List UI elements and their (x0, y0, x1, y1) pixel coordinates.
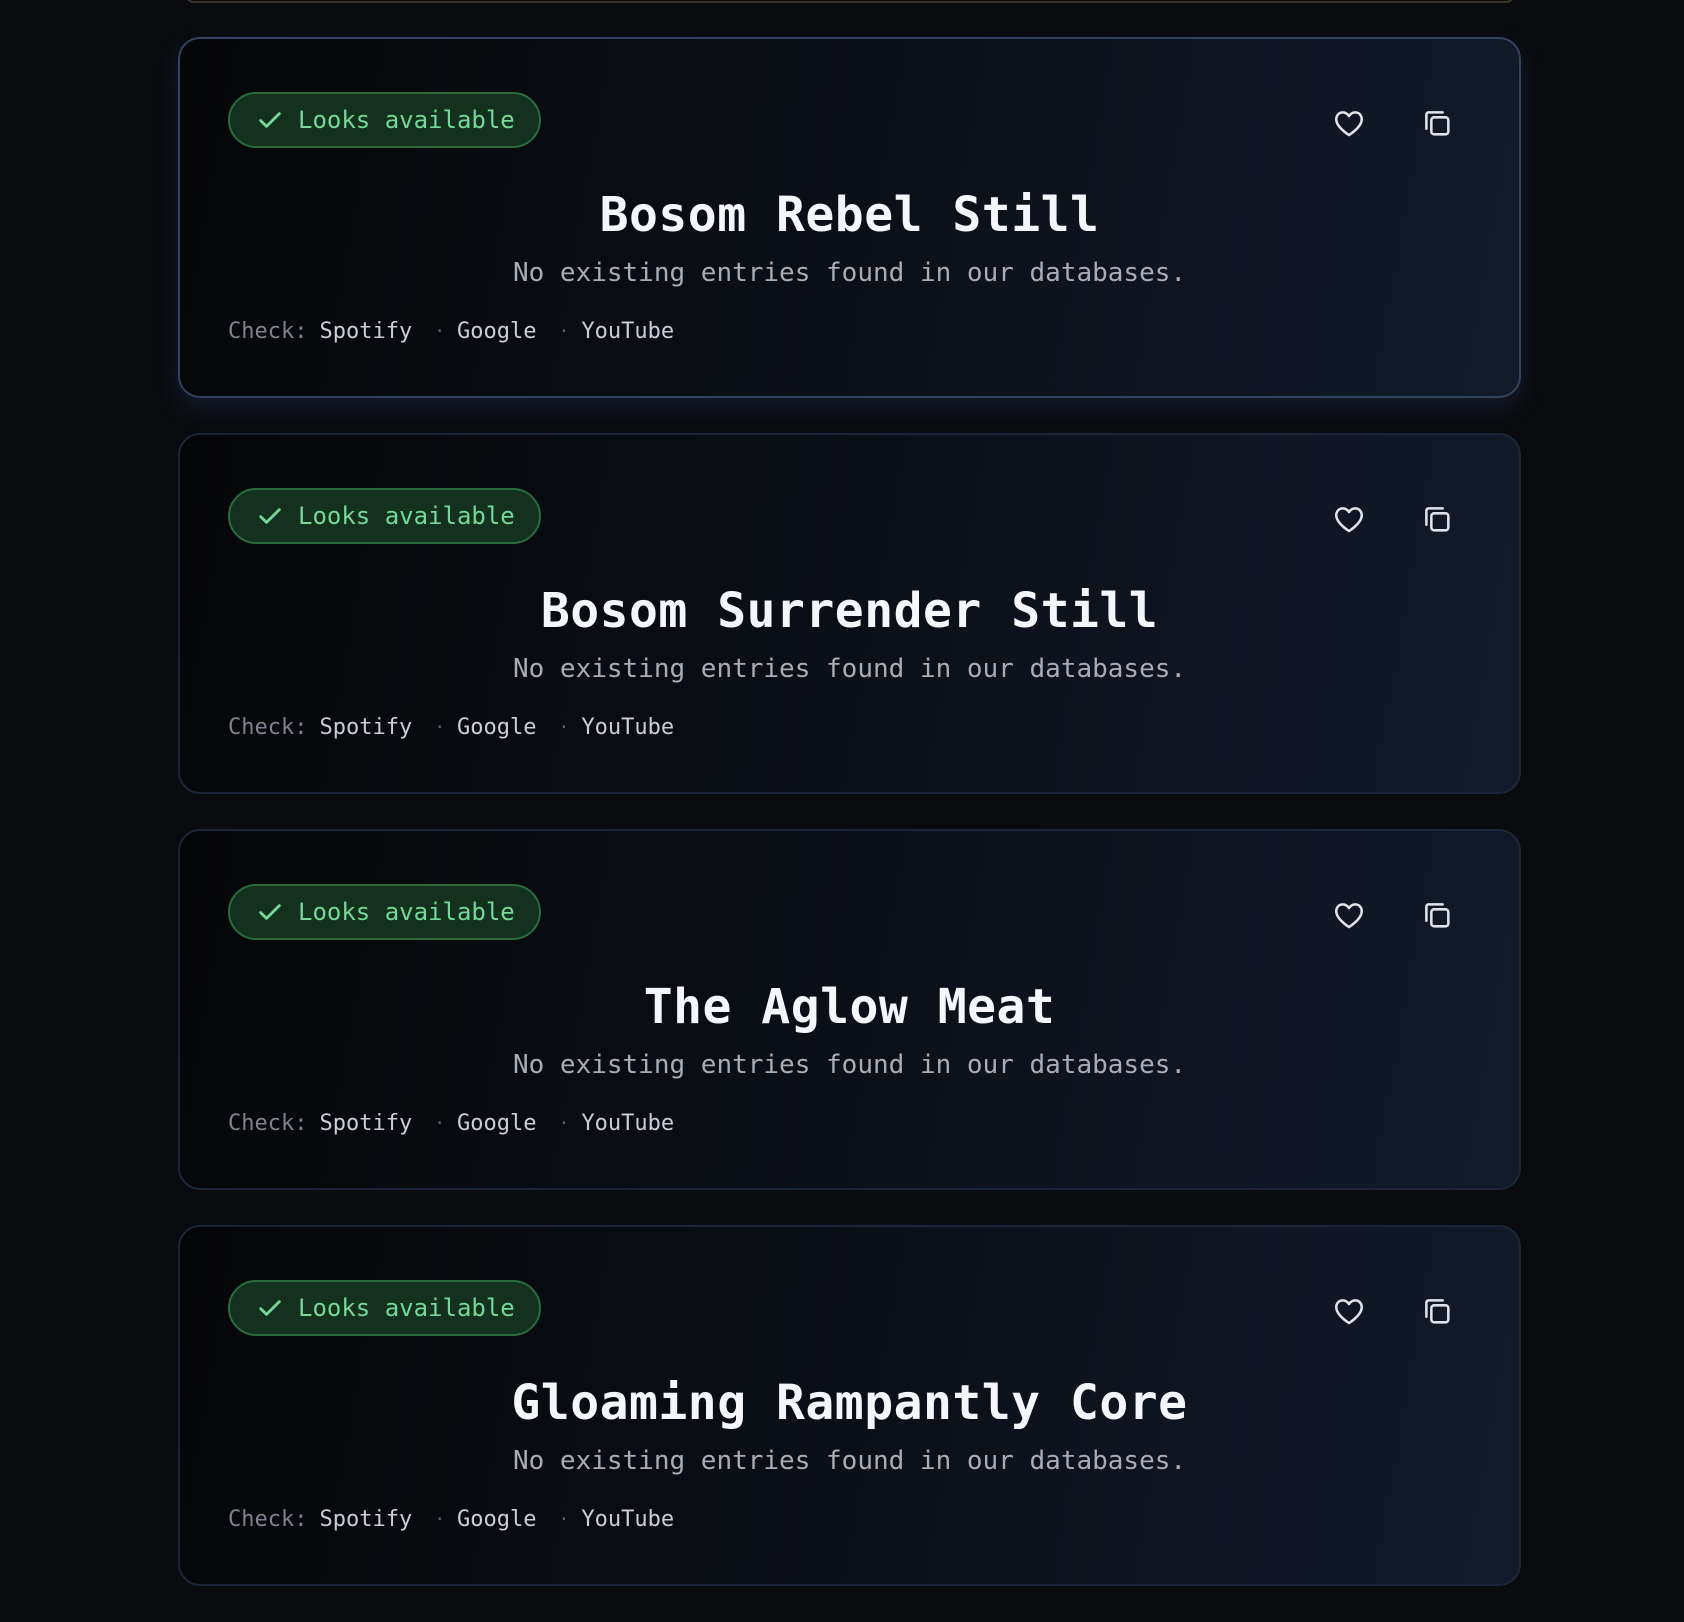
google-link[interactable]: Google (457, 1111, 536, 1136)
check-label: Check: (228, 1507, 308, 1532)
spotify-link[interactable]: Spotify (319, 1111, 412, 1136)
result-description: No existing entries found in our databas… (512, 258, 1187, 288)
availability-badge: Looks available (228, 1280, 541, 1336)
link-separator: · (558, 1113, 570, 1134)
copy-button[interactable] (1419, 105, 1455, 141)
link-separator: · (434, 717, 446, 738)
result-card: Looks available Bosom Rebel Still No exi… (178, 37, 1521, 398)
check-icon (259, 508, 281, 524)
result-card: Looks available Bosom Surrender Still No… (178, 433, 1521, 794)
heart-icon (1334, 111, 1364, 137)
check-label: Check: (228, 1111, 308, 1136)
availability-badge-label: Looks available (298, 106, 515, 134)
favorite-button[interactable] (1331, 897, 1367, 933)
availability-badge-label: Looks available (298, 898, 515, 926)
link-separator: · (558, 1509, 570, 1530)
favorite-button[interactable] (1331, 501, 1367, 537)
spotify-link[interactable]: Spotify (319, 319, 412, 344)
google-link[interactable]: Google (457, 319, 536, 344)
favorite-button[interactable] (1331, 105, 1367, 141)
check-label: Check: (228, 715, 308, 740)
name-title: Bosom Surrender Still (540, 583, 1159, 639)
google-link[interactable]: Google (457, 1507, 536, 1532)
link-separator: · (434, 1113, 446, 1134)
favorite-button[interactable] (1331, 1293, 1367, 1329)
result-description: No existing entries found in our databas… (512, 1050, 1187, 1080)
youtube-link[interactable]: YouTube (581, 319, 674, 344)
result-card: Looks available Gloaming Rampantly Core … (178, 1225, 1521, 1586)
link-separator: · (558, 717, 570, 738)
youtube-link[interactable]: YouTube (581, 715, 674, 740)
link-separator: · (434, 321, 446, 342)
name-title: The Aglow Meat (643, 979, 1056, 1035)
result-card: Looks available The Aglow Meat No existi… (178, 829, 1521, 1190)
copy-button[interactable] (1419, 897, 1455, 933)
copy-button[interactable] (1419, 501, 1455, 537)
availability-badge-label: Looks available (298, 502, 515, 530)
youtube-link[interactable]: YouTube (581, 1111, 674, 1136)
check-icon (259, 1300, 281, 1316)
results-list: Looks available Bosom Rebel Still No exi… (178, 37, 1521, 1621)
result-description: No existing entries found in our databas… (512, 654, 1187, 684)
availability-badge: Looks available (228, 488, 541, 544)
check-links: Check: Spotify · Google · YouTube (228, 319, 674, 344)
name-title: Bosom Rebel Still (599, 187, 1100, 243)
link-separator: · (434, 1509, 446, 1530)
google-link[interactable]: Google (457, 715, 536, 740)
check-links: Check: Spotify · Google · YouTube (228, 715, 674, 740)
copy-button[interactable] (1419, 1293, 1455, 1329)
copy-icon (1425, 507, 1450, 532)
copy-icon (1425, 111, 1450, 136)
availability-badge-label: Looks available (298, 1294, 515, 1322)
spotify-link[interactable]: Spotify (319, 1507, 412, 1532)
check-label: Check: (228, 319, 308, 344)
name-title: Gloaming Rampantly Core (511, 1375, 1188, 1431)
heart-icon (1334, 903, 1364, 929)
copy-icon (1425, 903, 1450, 928)
check-links: Check: Spotify · Google · YouTube (228, 1507, 674, 1532)
spotify-link[interactable]: Spotify (319, 715, 412, 740)
heart-icon (1334, 1299, 1364, 1325)
link-separator: · (558, 321, 570, 342)
check-links: Check: Spotify · Google · YouTube (228, 1111, 674, 1136)
check-icon (259, 904, 281, 920)
check-icon (259, 112, 281, 128)
availability-badge: Looks available (228, 884, 541, 940)
previous-card-edge (185, 0, 1515, 3)
availability-badge: Looks available (228, 92, 541, 148)
heart-icon (1334, 507, 1364, 533)
result-description: No existing entries found in our databas… (512, 1446, 1187, 1476)
youtube-link[interactable]: YouTube (581, 1507, 674, 1532)
copy-icon (1425, 1299, 1450, 1324)
